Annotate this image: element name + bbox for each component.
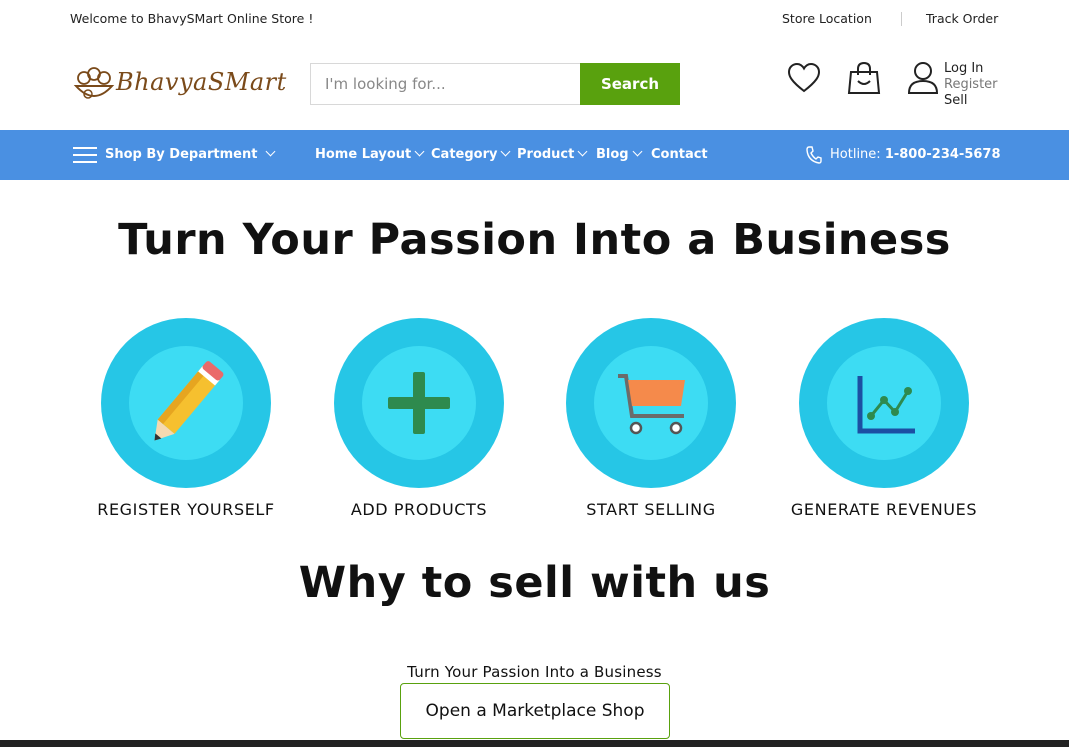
track-order-link[interactable]: Track Order xyxy=(926,11,998,26)
search-input[interactable] xyxy=(310,63,580,105)
step-label: GENERATE REVENUES xyxy=(790,500,978,519)
step-label: START SELLING xyxy=(586,500,716,519)
nav-label: Contact xyxy=(651,147,708,162)
shopping-bag-icon xyxy=(847,61,881,94)
welcome-text: Welcome to BhavySMart Online Store ! xyxy=(70,11,314,26)
logo-text: BhavyaSMart xyxy=(116,68,287,96)
hotline-number[interactable]: 1-800-234-5678 xyxy=(885,147,1001,162)
nav-label: Blog xyxy=(596,147,629,162)
nav-category[interactable]: Category xyxy=(431,146,511,162)
section-subtitle: Turn Your Passion Into a Business xyxy=(407,663,662,681)
plus-icon xyxy=(334,318,504,488)
nav-contact[interactable]: Contact xyxy=(651,147,708,162)
step-circle xyxy=(101,318,271,488)
login-link[interactable]: Log In xyxy=(944,61,998,77)
hotline: Hotline: 1-800-234-5678 xyxy=(830,147,1001,162)
user-icon xyxy=(907,62,939,94)
top-bar: Welcome to BhavySMart Online Store ! Sto… xyxy=(0,0,1069,38)
logo-basket-icon xyxy=(73,67,115,99)
account-button[interactable] xyxy=(907,61,939,95)
hero-title: Turn Your Passion Into a Business xyxy=(118,215,951,265)
account-links: Log In Register Sell xyxy=(944,61,998,109)
pencil-icon xyxy=(101,318,271,488)
step-generate-revenues: GENERATE REVENUES xyxy=(774,318,994,519)
why-sell-title: Why to sell with us xyxy=(298,558,771,608)
wishlist-button[interactable] xyxy=(787,62,821,94)
nav-label: Product xyxy=(517,147,575,162)
chevron-down-icon xyxy=(265,146,276,157)
step-circle xyxy=(799,318,969,488)
department-label: Shop By Department xyxy=(105,147,258,162)
nav-label: Home Layout xyxy=(315,147,412,162)
nav-product[interactable]: Product xyxy=(517,146,588,162)
footer-strip xyxy=(0,740,1069,747)
step-add-products: ADD PRODUCTS xyxy=(309,318,529,519)
step-circle xyxy=(566,318,736,488)
shop-by-department[interactable]: Shop By Department xyxy=(105,146,276,162)
nav-label: Category xyxy=(431,147,498,162)
top-divider xyxy=(901,12,902,26)
open-shop-button[interactable]: Open a Marketplace Shop xyxy=(400,683,670,739)
chevron-down-icon xyxy=(577,146,588,157)
phone-icon xyxy=(806,146,822,164)
search-button[interactable]: Search xyxy=(580,63,680,105)
step-label: REGISTER YOURSELF xyxy=(97,500,275,519)
chevron-down-icon xyxy=(414,146,425,157)
sell-link[interactable]: Sell xyxy=(944,93,998,109)
hotline-label: Hotline: xyxy=(830,147,881,162)
chevron-down-icon xyxy=(632,146,643,157)
site-logo[interactable]: BhavyaSMart xyxy=(72,62,286,106)
step-label: ADD PRODUCTS xyxy=(350,500,488,519)
register-link[interactable]: Register xyxy=(944,77,998,93)
chevron-down-icon xyxy=(501,146,511,157)
cart-icon xyxy=(566,318,736,488)
main-navbar: Shop By Department Home Layout Category … xyxy=(0,130,1069,180)
nav-home-layout[interactable]: Home Layout xyxy=(315,146,425,162)
nav-blog[interactable]: Blog xyxy=(596,146,643,162)
hamburger-icon[interactable] xyxy=(73,147,97,163)
store-location-link[interactable]: Store Location xyxy=(782,11,872,26)
step-circle xyxy=(334,318,504,488)
chart-icon xyxy=(799,318,969,488)
step-start-selling: START SELLING xyxy=(541,318,761,519)
cart-button[interactable] xyxy=(847,61,881,95)
step-register: REGISTER YOURSELF xyxy=(76,318,296,519)
heart-icon xyxy=(787,62,821,93)
